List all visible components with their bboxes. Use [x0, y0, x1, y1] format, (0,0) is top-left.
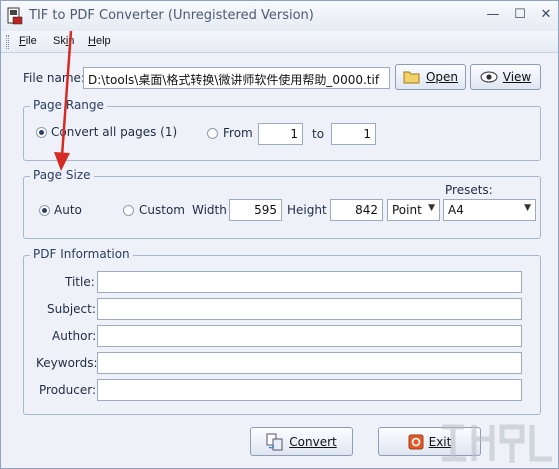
convert-button[interactable]: Convert: [250, 427, 353, 456]
menu-bar: File Skin Help: [1, 31, 558, 53]
presets-label: Presets:: [445, 183, 493, 197]
from-input[interactable]: 1: [258, 123, 303, 145]
maximize-button[interactable]: ☐: [512, 7, 528, 23]
presets-select[interactable]: A4 ▼: [443, 199, 536, 221]
menu-help-rest: elp: [95, 35, 111, 47]
author-label: Author:: [52, 329, 97, 343]
subject-label: Subject:: [47, 302, 96, 316]
chevron-down-icon: ▼: [428, 203, 435, 213]
exit-icon: [408, 434, 424, 449]
keywords-input[interactable]: [97, 352, 522, 374]
menu-help[interactable]: Help: [88, 35, 111, 47]
menu-file-accel: F: [19, 35, 26, 47]
title-bar: TIF to PDF Converter (Unregistered Versi…: [1, 1, 558, 31]
convert-button-label: Convert: [289, 434, 337, 449]
auto-radio[interactable]: [39, 205, 50, 216]
to-label: to: [312, 127, 325, 141]
window-title: TIF to PDF Converter (Unregistered Versi…: [29, 8, 314, 23]
custom-radio[interactable]: [123, 205, 134, 216]
presets-select-value: A4: [448, 203, 464, 217]
open-button[interactable]: Open: [395, 64, 466, 90]
width-input[interactable]: 595: [229, 199, 282, 221]
convert-icon: [266, 433, 283, 450]
close-button[interactable]: ✕: [538, 7, 554, 23]
folder-icon: [403, 71, 420, 84]
menu-help-accel: H: [88, 35, 96, 47]
watermark-logo-icon: [442, 424, 552, 463]
author-input[interactable]: [97, 325, 522, 347]
height-label: Height: [287, 203, 327, 217]
main-window: TIF to PDF Converter (Unregistered Versi…: [0, 0, 559, 469]
title-input[interactable]: [97, 271, 522, 293]
pdf-info-title: PDF Information: [30, 247, 133, 261]
width-label: Width: [192, 203, 227, 217]
custom-label: Custom: [139, 203, 185, 217]
open-button-label: Open: [425, 70, 459, 84]
auto-label: Auto: [54, 203, 82, 217]
producer-label: Producer:: [39, 383, 97, 397]
menu-grip: [6, 35, 9, 49]
view-button[interactable]: View: [470, 64, 541, 90]
from-label: From: [223, 126, 253, 140]
app-icon: [7, 7, 23, 25]
file-name-input[interactable]: D:\tools\桌面\格式转换\微讲师软件使用帮助_0000.tif: [83, 67, 390, 89]
unit-select-value: Point: [392, 203, 422, 217]
to-input[interactable]: 1: [331, 123, 376, 145]
from-radio[interactable]: [207, 128, 218, 139]
eye-icon: [480, 71, 498, 83]
title-label: Title:: [65, 275, 95, 289]
chevron-down-icon: ▼: [524, 203, 531, 213]
view-button-label: View: [502, 70, 532, 84]
subject-input[interactable]: [97, 298, 522, 320]
minimize-button[interactable]: —: [485, 7, 501, 23]
menu-file-rest: ile: [25, 35, 37, 47]
annotation-arrow-icon: [54, 30, 73, 171]
keywords-label: Keywords:: [36, 356, 98, 370]
height-input[interactable]: 842: [330, 199, 383, 221]
menu-file[interactable]: File: [19, 35, 37, 47]
producer-input[interactable]: [97, 379, 522, 401]
unit-select[interactable]: Point ▼: [387, 199, 440, 221]
